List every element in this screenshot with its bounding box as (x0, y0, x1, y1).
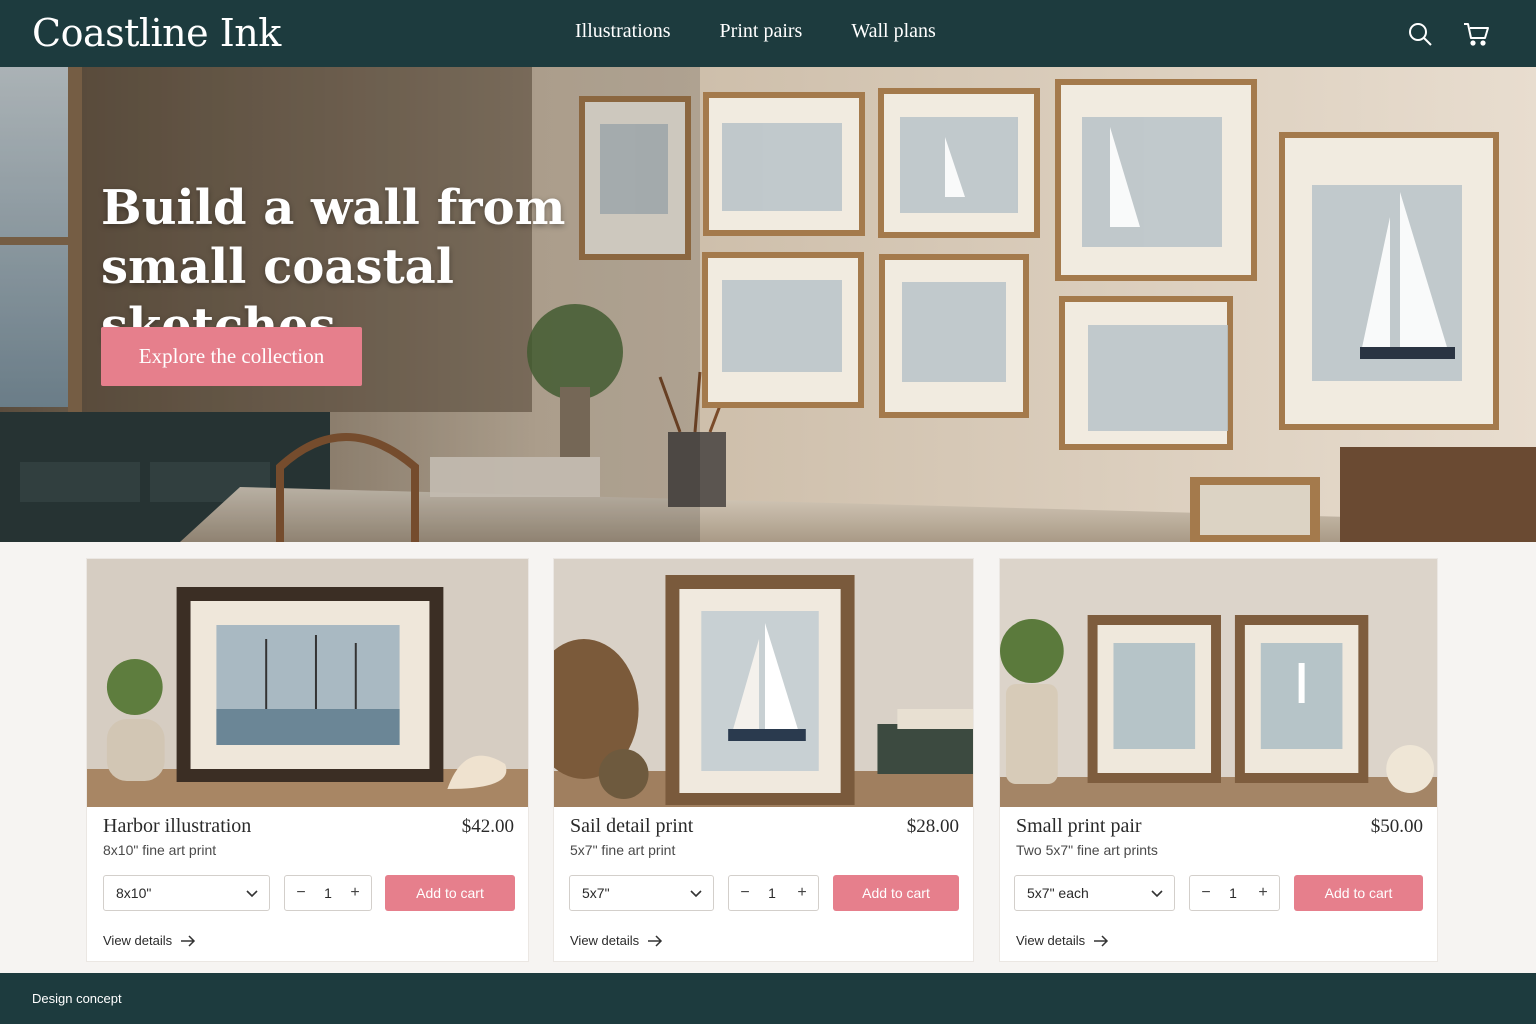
add-to-cart-button[interactable]: Add to cart (1294, 875, 1423, 911)
product-price: $28.00 (906, 816, 959, 837)
product-description: 5x7" fine art print (570, 842, 676, 858)
size-select-value: 5x7" each (1027, 885, 1089, 901)
increase-quantity-button[interactable]: + (788, 876, 816, 910)
view-details-label: View details (1016, 933, 1086, 948)
view-details-link[interactable]: View details (103, 933, 196, 948)
cart-icon[interactable] (1462, 20, 1490, 48)
decrease-quantity-button[interactable]: − (1192, 876, 1220, 910)
product-description: 8x10" fine art print (103, 842, 217, 858)
decrease-quantity-button[interactable]: − (731, 876, 759, 910)
quantity-stepper: − 1 + (1189, 875, 1280, 911)
product-name: Sail detail print (570, 815, 694, 837)
product-image-harbor[interactable] (87, 559, 528, 807)
product-card-harbor: Harbor illustration $42.00 8x10" fine ar… (86, 558, 529, 962)
add-to-cart-button[interactable]: Add to cart (833, 875, 959, 911)
chevron-down-icon (690, 890, 702, 898)
site-footer: Design concept (0, 973, 1536, 1024)
quantity-value[interactable]: 1 (1218, 885, 1248, 901)
quantity-value[interactable]: 1 (757, 885, 787, 901)
product-card-pair: Small print pair $50.00 Two 5x7" fine ar… (999, 558, 1438, 962)
arrow-right-icon (181, 934, 196, 947)
increase-quantity-button[interactable]: + (1249, 876, 1277, 910)
hero-banner: Build a wall from small coastal sketches… (0, 67, 1536, 542)
nav-wall-plans[interactable]: Wall plans (851, 20, 935, 43)
product-description: Two 5x7" fine art prints (1016, 842, 1158, 858)
product-card-sail: Sail detail print $28.00 5x7" fine art p… (553, 558, 974, 962)
size-select[interactable]: 8x10" (103, 875, 270, 911)
main-nav: Illustrations Print pairs Wall plans (575, 20, 936, 43)
site-header: Coastline Ink Illustrations Print pairs … (0, 0, 1536, 67)
quantity-value[interactable]: 1 (313, 885, 343, 901)
view-details-label: View details (103, 933, 173, 948)
product-name: Harbor illustration (103, 815, 252, 837)
size-select[interactable]: 5x7" each (1014, 875, 1175, 911)
size-select[interactable]: 5x7" (569, 875, 714, 911)
increase-quantity-button[interactable]: + (341, 876, 369, 910)
product-name: Small print pair (1016, 815, 1142, 837)
size-select-value: 5x7" (582, 885, 610, 901)
nav-illustrations[interactable]: Illustrations (575, 20, 671, 43)
arrow-right-icon (1094, 934, 1109, 947)
arrow-right-icon (648, 934, 663, 947)
add-to-cart-button[interactable]: Add to cart (385, 875, 515, 911)
product-price: $50.00 (1370, 816, 1423, 837)
footer-text: Design concept (32, 991, 122, 1006)
quantity-stepper: − 1 + (284, 875, 372, 911)
brand-logo[interactable]: Coastline Ink (32, 11, 281, 55)
decrease-quantity-button[interactable]: − (287, 876, 315, 910)
product-image-sail[interactable] (554, 559, 973, 807)
chevron-down-icon (1151, 890, 1163, 898)
size-select-value: 8x10" (116, 885, 152, 901)
nav-print-pairs[interactable]: Print pairs (720, 20, 803, 43)
product-price: $42.00 (461, 816, 514, 837)
view-details-label: View details (570, 933, 640, 948)
quantity-stepper: − 1 + (728, 875, 819, 911)
product-image-pair[interactable] (1000, 559, 1437, 807)
view-details-link[interactable]: View details (1016, 933, 1109, 948)
hero-title-line1: Build a wall from (101, 180, 566, 236)
chevron-down-icon (246, 890, 258, 898)
explore-collection-button[interactable]: Explore the collection (101, 327, 362, 386)
view-details-link[interactable]: View details (570, 933, 663, 948)
search-icon[interactable] (1406, 20, 1434, 48)
